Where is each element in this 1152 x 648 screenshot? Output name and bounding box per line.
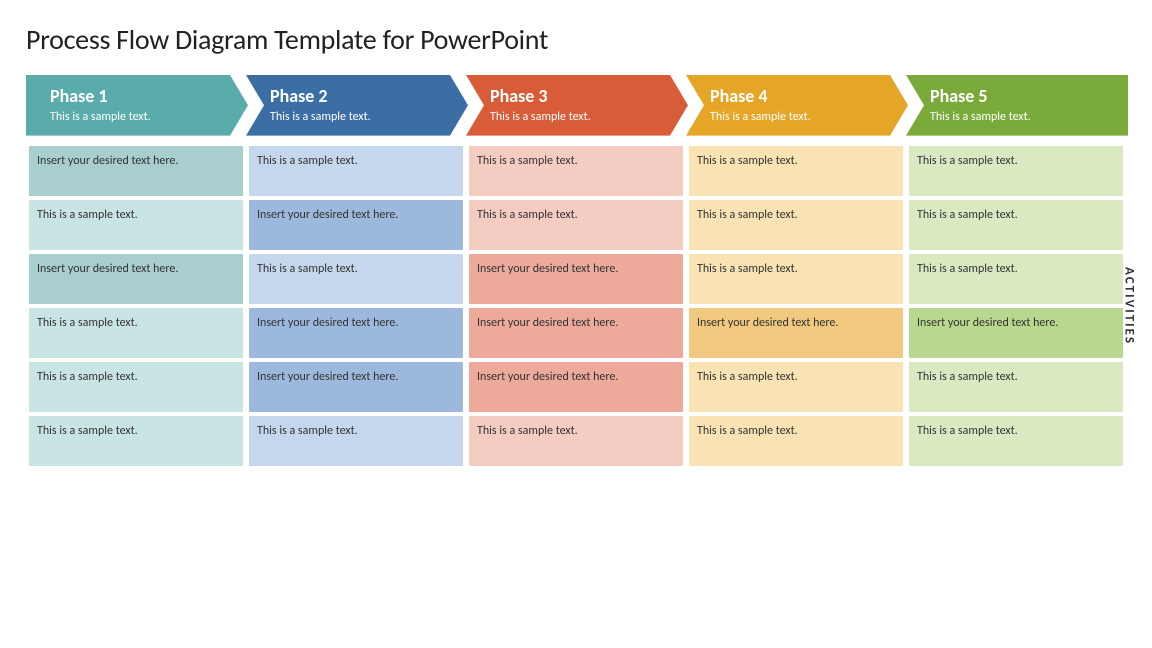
cell-col3-row1: This is a sample text. (469, 146, 683, 196)
phases-row: Phase 1 This is a sample text. Phase 2 This… (26, 75, 1126, 136)
cell-col5-row2: This is a sample text. (909, 200, 1123, 250)
phase-1-title: Phase 1 (50, 85, 230, 107)
phase-1: Phase 1 This is a sample text. (26, 75, 248, 136)
activities-table: Insert your desired text here.This is a … (26, 146, 1126, 466)
cell-col3-row6: This is a sample text. (469, 416, 683, 466)
cell-col1-row1: Insert your desired text here. (29, 146, 243, 196)
column-1: Insert your desired text here.This is a … (26, 146, 246, 466)
cell-col1-row6: This is a sample text. (29, 416, 243, 466)
cell-col2-row1: This is a sample text. (249, 146, 463, 196)
column-5: This is a sample text.This is a sample t… (906, 146, 1126, 466)
cell-col4-row6: This is a sample text. (689, 416, 903, 466)
cell-col3-row4: Insert your desired text here. (469, 308, 683, 358)
phase-3: Phase 3 This is a sample text. (466, 75, 688, 136)
main-container: Process Flow Diagram Template for PowerP… (26, 0, 1126, 466)
cell-col4-row2: This is a sample text. (689, 200, 903, 250)
cell-col2-row6: This is a sample text. (249, 416, 463, 466)
cell-col5-row5: This is a sample text. (909, 362, 1123, 412)
cell-col3-row2: This is a sample text. (469, 200, 683, 250)
phase-5-subtitle: This is a sample text. (930, 110, 1110, 126)
phase-4: Phase 4 This is a sample text. (686, 75, 908, 136)
cell-col5-row4: Insert your desired text here. (909, 308, 1123, 358)
phase-5: Phase 5 This is a sample text. (906, 75, 1128, 136)
cell-col1-row4: This is a sample text. (29, 308, 243, 358)
cell-col3-row5: Insert your desired text here. (469, 362, 683, 412)
cell-col1-row2: This is a sample text. (29, 200, 243, 250)
cell-col3-row3: Insert your desired text here. (469, 254, 683, 304)
cell-col5-row3: This is a sample text. (909, 254, 1123, 304)
cell-col1-row5: This is a sample text. (29, 362, 243, 412)
cell-col4-row5: This is a sample text. (689, 362, 903, 412)
cell-col2-row5: Insert your desired text here. (249, 362, 463, 412)
page-title: Process Flow Diagram Template for PowerP… (26, 22, 1126, 57)
phase-2-subtitle: This is a sample text. (270, 110, 450, 126)
cell-col2-row3: This is a sample text. (249, 254, 463, 304)
cell-col5-row6: This is a sample text. (909, 416, 1123, 466)
phase-4-title: Phase 4 (710, 85, 890, 107)
phase-4-subtitle: This is a sample text. (710, 110, 890, 126)
phase-1-subtitle: This is a sample text. (50, 110, 230, 126)
cell-col4-row3: This is a sample text. (689, 254, 903, 304)
phase-3-title: Phase 3 (490, 85, 670, 107)
column-3: This is a sample text.This is a sample t… (466, 146, 686, 466)
phase-3-subtitle: This is a sample text. (490, 110, 670, 126)
cell-col5-row1: This is a sample text. (909, 146, 1123, 196)
cell-col4-row4: Insert your desired text here. (689, 308, 903, 358)
cell-col2-row4: Insert your desired text here. (249, 308, 463, 358)
cell-col4-row1: This is a sample text. (689, 146, 903, 196)
phase-5-title: Phase 5 (930, 85, 1110, 107)
phase-2-title: Phase 2 (270, 85, 450, 107)
cell-col2-row2: Insert your desired text here. (249, 200, 463, 250)
column-2: This is a sample text.Insert your desire… (246, 146, 466, 466)
activities-label: ACTIVITIES (1122, 267, 1137, 345)
phase-2: Phase 2 This is a sample text. (246, 75, 468, 136)
column-4: This is a sample text.This is a sample t… (686, 146, 906, 466)
cell-col1-row3: Insert your desired text here. (29, 254, 243, 304)
